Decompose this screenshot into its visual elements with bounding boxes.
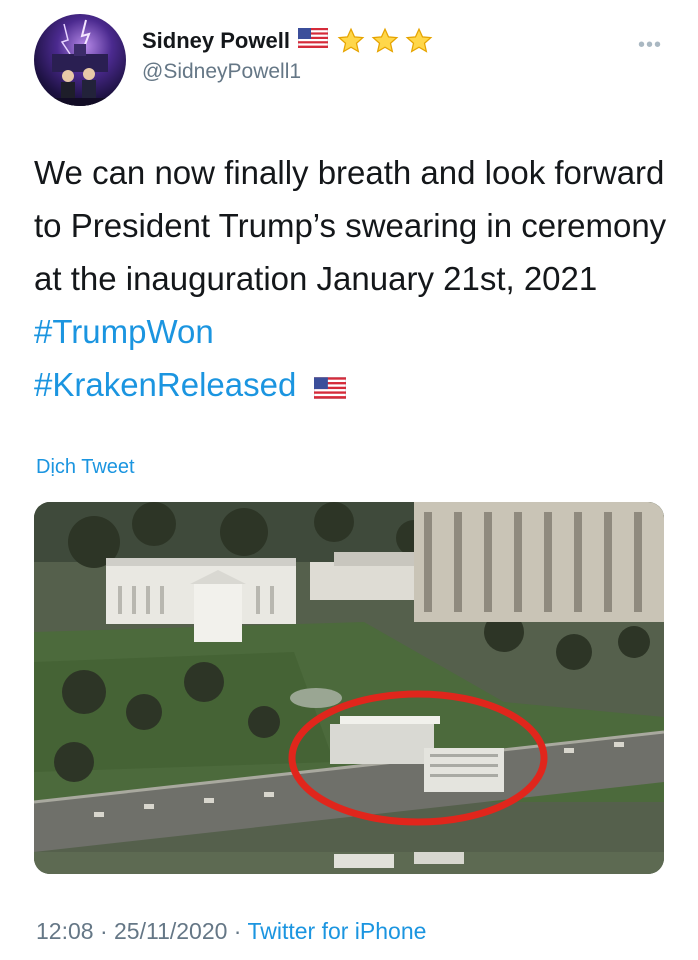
us-flag-icon — [312, 361, 347, 414]
tweet-source-link[interactable]: Twitter for iPhone — [247, 918, 426, 944]
display-name[interactable]: Sidney Powell — [142, 28, 290, 54]
tweet-metadata: 12:08 · 25/11/2020 · Twitter for iPhone — [36, 918, 426, 945]
tweet-photo[interactable] — [34, 502, 664, 874]
tweet-time[interactable]: 12:08 — [36, 918, 94, 944]
hashtag-krakenreleased[interactable]: #KrakenReleased — [34, 366, 296, 403]
us-flag-icon — [297, 27, 329, 54]
display-name-row[interactable]: Sidney Powell — [142, 26, 434, 56]
white-house-aerial-photo-icon — [34, 502, 664, 874]
star-icon — [405, 27, 433, 53]
avatar[interactable] — [34, 14, 126, 106]
user-handle[interactable]: @SidneyPowell1 — [142, 60, 301, 84]
tweet-text: We can now finally breath and look forwa… — [34, 146, 674, 414]
hashtag-trumpwon[interactable]: #TrumpWon — [34, 313, 214, 350]
avatar-photo-icon — [34, 19, 126, 106]
meta-separator: · — [227, 918, 248, 944]
translate-tweet-link[interactable]: Dịch Tweet — [36, 456, 135, 479]
tweet-body: We can now finally breath and look forwa… — [34, 154, 667, 297]
meta-separator: · — [93, 918, 115, 944]
star-icon — [371, 27, 399, 53]
star-icon — [337, 27, 365, 53]
tweet-date[interactable]: 25/11/2020 — [114, 918, 227, 944]
more-options-icon[interactable]: ••• — [638, 34, 662, 57]
